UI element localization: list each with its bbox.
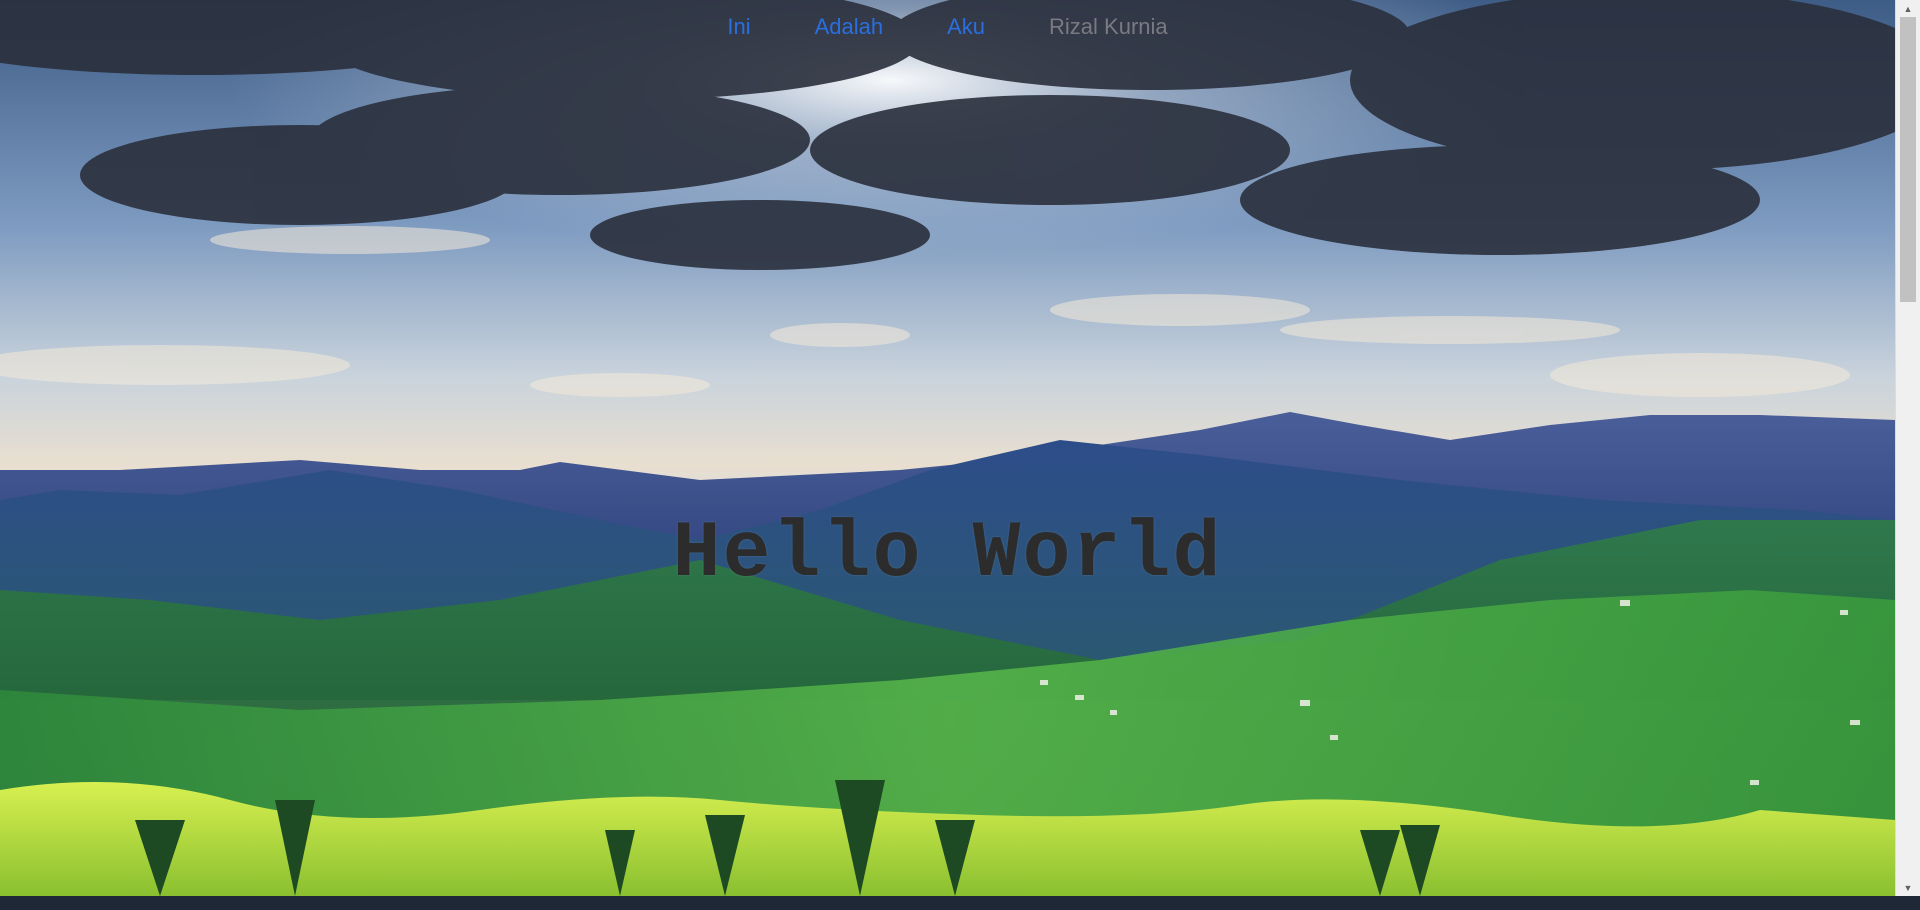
top-navigation: Ini Adalah Aku Rizal Kurnia: [0, 12, 1895, 42]
page-viewport: Ini Adalah Aku Rizal Kurnia Hello World: [0, 0, 1920, 896]
os-taskbar: [0, 896, 1920, 910]
nav-link-rizal-kurnia[interactable]: Rizal Kurnia: [1049, 12, 1168, 42]
scrollbar-thumb[interactable]: [1900, 17, 1916, 302]
vertical-scrollbar[interactable]: ▲ ▼: [1895, 0, 1920, 896]
landscape-background-image: [0, 0, 1895, 896]
scroll-up-arrow-icon[interactable]: ▲: [1896, 0, 1920, 17]
nav-link-aku[interactable]: Aku: [947, 12, 985, 42]
hero-heading: Hello World: [672, 508, 1223, 600]
nav-link-adalah[interactable]: Adalah: [815, 12, 884, 42]
nav-link-ini[interactable]: Ini: [727, 12, 750, 42]
scroll-down-arrow-icon[interactable]: ▼: [1896, 879, 1920, 896]
